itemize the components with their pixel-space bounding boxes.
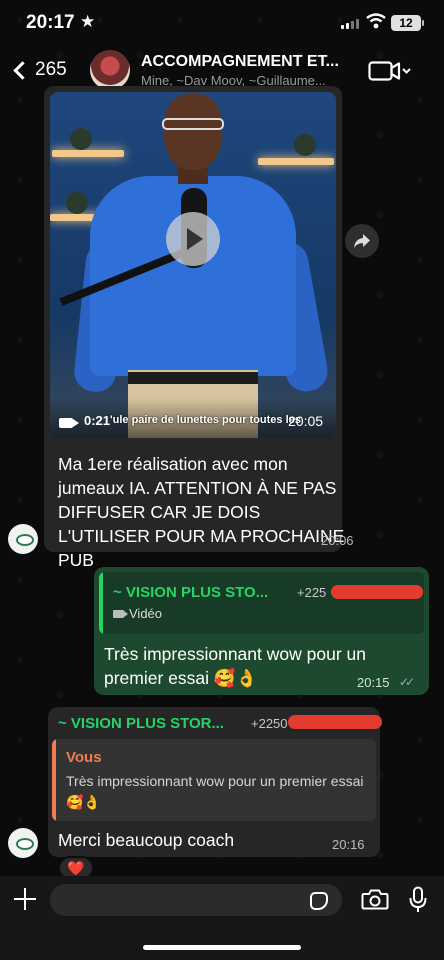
quoted-text: Très impressionnant wow pour un premier … (66, 773, 364, 810)
quoted-message[interactable]: ~ VISION PLUS STO... +225 Vidéo (99, 572, 424, 634)
message-input[interactable] (50, 884, 342, 916)
read-ticks-icon: ✓✓ (399, 675, 415, 689)
back-button[interactable]: 265 (10, 54, 67, 86)
microphone-icon[interactable] (408, 886, 428, 914)
group-avatar[interactable] (90, 50, 130, 90)
redaction-mark (288, 715, 382, 729)
unread-count: 265 (35, 59, 67, 80)
quoted-type: Vidéo (113, 606, 162, 621)
plus-icon[interactable] (12, 886, 38, 912)
forward-button[interactable] (345, 224, 379, 258)
back-chevron-icon (13, 60, 32, 80)
video-subtitle: 'ule paire de lunettes pour toutes les (110, 414, 301, 426)
quoted-message[interactable]: Vous Très impressionnant wow pour un pre… (52, 739, 376, 821)
camera-icon[interactable] (361, 888, 389, 910)
sender-avatar[interactable] (8, 828, 38, 858)
sender-phone: +2250 (251, 716, 288, 731)
home-indicator (143, 945, 301, 950)
status-bar: 20:17 ★ 12 (0, 0, 444, 46)
quoted-type-label: Vidéo (129, 606, 163, 621)
play-icon[interactable] (166, 212, 220, 266)
message-time: 20:06 (321, 533, 354, 548)
video-camera-icon (113, 609, 128, 618)
video-camera-icon (59, 418, 79, 428)
quoted-sender: ~ VISION PLUS STO... (113, 584, 269, 601)
quoted-phone: +225 (297, 585, 327, 600)
video-duration: 0:21 (84, 413, 111, 428)
status-time: 20:17 (26, 12, 75, 33)
video-call-icon[interactable] (368, 60, 412, 82)
group-title[interactable]: ACCOMPAGNEMENT ET... (141, 53, 351, 71)
video-timestamp: 20:05 (288, 413, 324, 429)
message-time: 20:15 (357, 675, 390, 690)
message-sender[interactable]: ~ VISION PLUS STOR... (58, 715, 224, 732)
sender-avatar[interactable] (8, 524, 38, 554)
redaction-mark (331, 585, 423, 599)
wifi-icon (366, 13, 386, 29)
quoted-sender: Vous (66, 749, 102, 766)
star-icon: ★ (80, 12, 96, 31)
battery-icon: 12 (391, 15, 424, 31)
message-text: Ma 1ere réalisation avec mon jumeaux IA.… (58, 454, 345, 570)
signal-icon (341, 19, 359, 29)
message-text: Merci beaucoup coach (58, 830, 235, 850)
video-thumbnail[interactable]: 0:21 'ule paire de lunettes pour toutes … (50, 92, 336, 438)
message-time: 20:16 (332, 837, 365, 852)
forward-icon (354, 234, 370, 248)
